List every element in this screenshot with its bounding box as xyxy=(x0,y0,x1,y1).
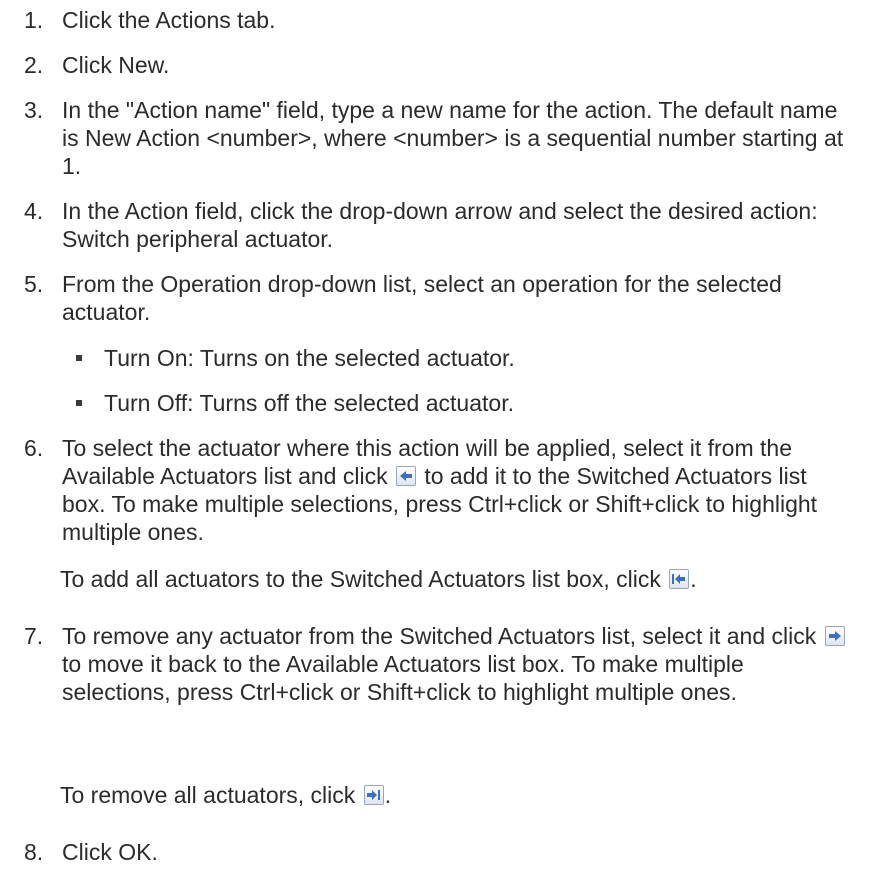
list-item-turn-off: Turn Off: Turns off the selected actuato… xyxy=(76,389,844,417)
step-number: 2. xyxy=(24,52,44,78)
step-text: In the "Action name" field, type a new n… xyxy=(62,97,844,179)
arrow-right-bar-icon xyxy=(363,785,384,805)
list-item-text: Turn On: Turns on the selected actuator. xyxy=(104,345,515,371)
note-text: To add all actuators to the Switched Act… xyxy=(60,566,661,592)
step-text-before: To remove any actuator from the Switched… xyxy=(62,623,817,649)
step-text-after: to move it back to the Available Actuato… xyxy=(62,651,744,705)
arrow-right-icon xyxy=(824,626,845,646)
note-add-all: To add all actuators to the Switched Act… xyxy=(60,565,860,593)
list-item-turn-on: Turn On: Turns on the selected actuator. xyxy=(76,344,844,372)
step-number: 4. xyxy=(24,198,44,224)
step-number: 1. xyxy=(24,7,44,33)
step-number: 6. xyxy=(24,435,44,461)
step-text: In the Action field, click the drop-down… xyxy=(62,198,818,252)
step-text: Click New. xyxy=(62,52,170,78)
list-item-text: Turn Off: Turns off the selected actuato… xyxy=(104,390,514,416)
step-text: Click OK. xyxy=(62,839,158,865)
step-number: 5. xyxy=(24,271,44,297)
step-number: 7. xyxy=(24,623,44,649)
period: . xyxy=(384,782,392,808)
step-text: Click the Actions tab. xyxy=(62,7,276,33)
step-number: 8. xyxy=(24,839,44,865)
bullet-icon xyxy=(76,355,82,361)
step-text: To remove any actuator from the Switched… xyxy=(62,622,852,706)
step-text: To select the actuator where this action… xyxy=(62,434,852,546)
step-text: From the Operation drop-down list, selec… xyxy=(62,271,782,325)
bullet-icon xyxy=(76,400,82,406)
note-text: To remove all actuators, click xyxy=(60,782,356,808)
arrow-left-icon xyxy=(395,466,416,486)
period: . xyxy=(690,566,697,592)
arrow-left-bar-icon xyxy=(669,569,690,589)
note-remove-all: To remove all actuators, click . xyxy=(60,781,860,809)
step-number: 3. xyxy=(24,97,44,123)
